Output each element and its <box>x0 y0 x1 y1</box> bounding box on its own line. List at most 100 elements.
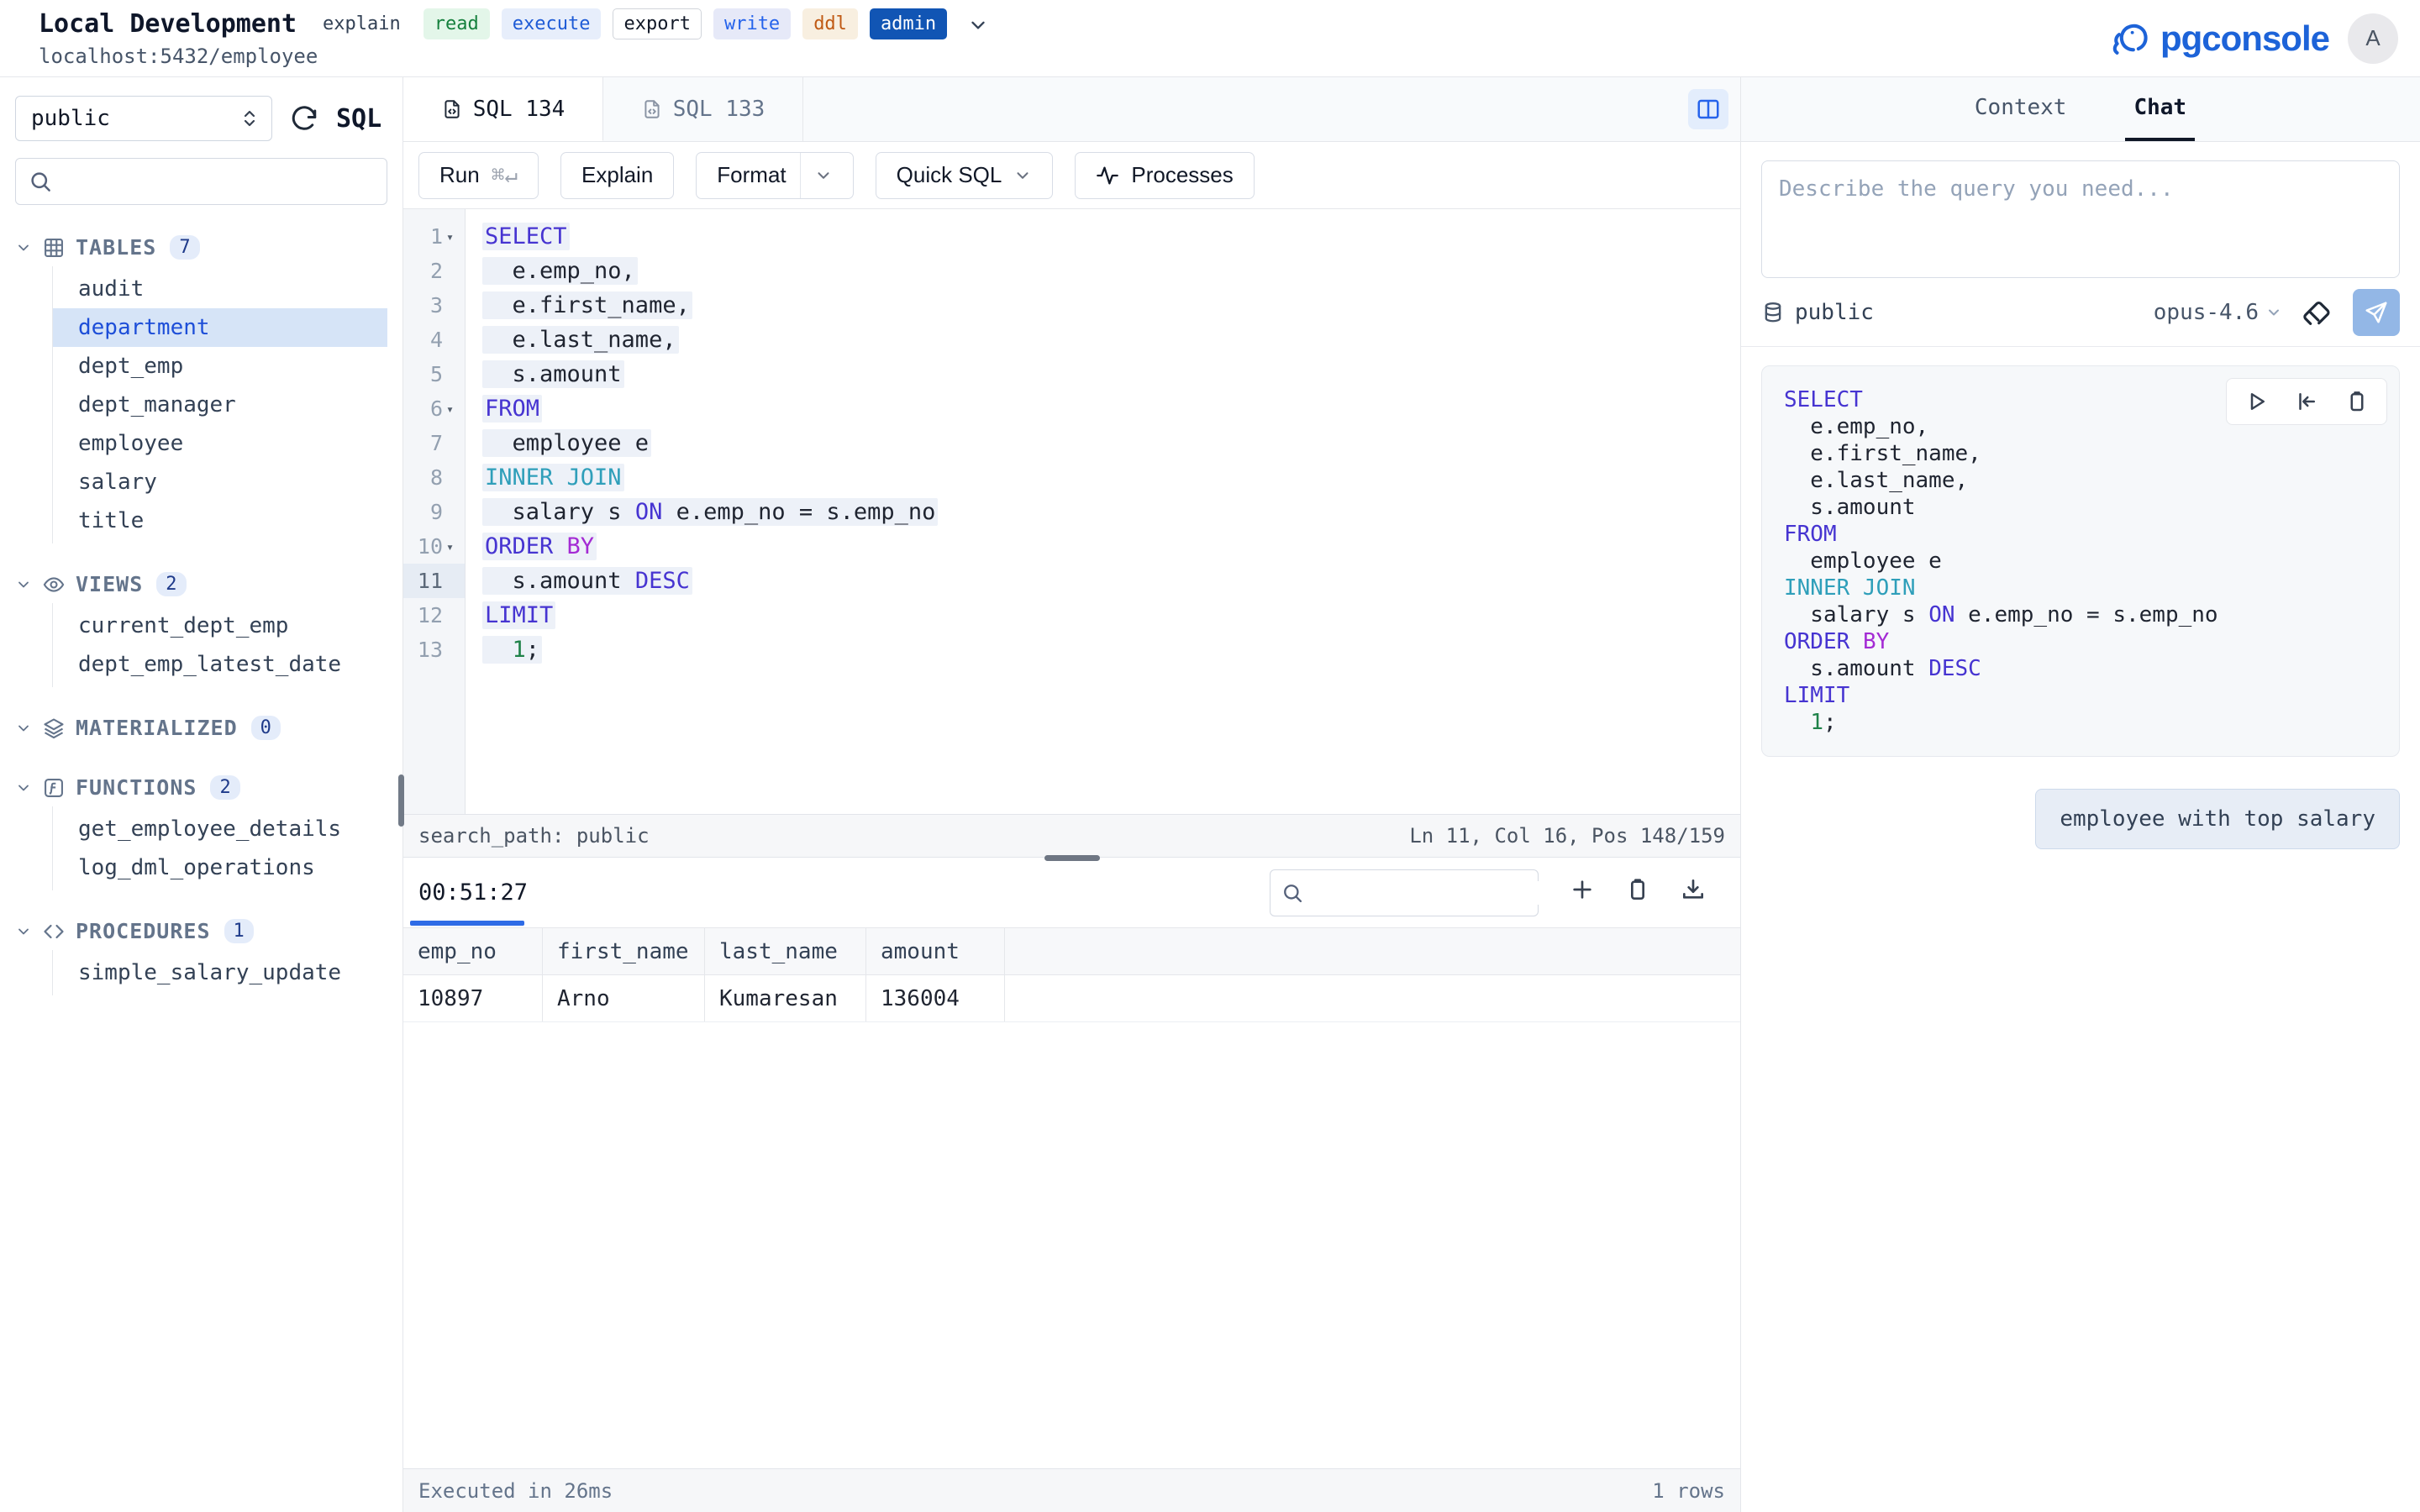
layers-icon <box>42 717 66 740</box>
insert-query-into-editor-icon[interactable] <box>2294 389 2319 414</box>
sidebar-item-department[interactable]: department <box>53 308 387 347</box>
activity-icon <box>1096 164 1119 187</box>
chevron-down-icon <box>2265 304 2282 321</box>
sql-token: ORDER <box>485 533 553 559</box>
results-search[interactable] <box>1270 869 1539 916</box>
refresh-icon[interactable] <box>289 103 319 134</box>
section-header-views[interactable]: VIEWS2 <box>0 565 402 603</box>
sidebar-item-dept_emp[interactable]: dept_emp <box>53 347 387 386</box>
sidebar-item-title[interactable]: title <box>53 501 387 540</box>
section-label: PROCEDURES <box>76 919 211 943</box>
chevron-down-icon <box>15 720 32 737</box>
sidebar-item-get_employee_details[interactable]: get_employee_details <box>53 810 387 848</box>
section-header-procedures[interactable]: PROCEDURES1 <box>0 912 402 950</box>
chevron-down-icon <box>15 780 32 796</box>
sidebar-item-log_dml_operations[interactable]: log_dml_operations <box>53 848 387 887</box>
code-line-text: FROM <box>482 395 542 423</box>
results-search-input[interactable] <box>1313 881 1570 905</box>
badge-execute: execute <box>502 8 602 39</box>
column-header-amount[interactable]: amount <box>866 928 1005 974</box>
code-line-text: e.first_name, <box>482 291 692 319</box>
split-view-button[interactable] <box>1688 89 1728 129</box>
file-code-icon <box>641 98 663 120</box>
column-header-emp_no[interactable]: emp_no <box>403 928 543 974</box>
sidebar-item-salary[interactable]: salary <box>53 463 387 501</box>
sql-token: 1 <box>1810 710 1823 735</box>
result-timer-tab[interactable]: 00:51:27 <box>418 879 528 906</box>
table-cell: 10897 <box>403 975 543 1021</box>
column-header-first_name[interactable]: first_name <box>543 928 705 974</box>
chevron-down-icon <box>15 239 32 256</box>
download-results-icon[interactable] <box>1680 876 1707 903</box>
section-header-materialized[interactable]: MATERIALIZED0 <box>0 709 402 747</box>
tab-sql-133[interactable]: SQL 133 <box>603 77 803 141</box>
chat-input[interactable] <box>1761 160 2400 278</box>
fold-marker-icon[interactable]: ▾ <box>446 539 460 554</box>
sidebar-item-dept_manager[interactable]: dept_manager <box>53 386 387 424</box>
sidebar-search-input[interactable] <box>61 169 375 194</box>
copy-query-icon[interactable] <box>2344 389 2370 414</box>
run-shortcut: ⌘↵ <box>492 163 518 188</box>
code-line-12: LIMIT <box>482 598 1740 633</box>
editor-gutter: 1▾23456▾78910▾111213 <box>403 209 466 814</box>
tab-sql-134[interactable]: SQL 134 <box>403 77 603 141</box>
section-label: MATERIALIZED <box>76 716 238 740</box>
sidebar-item-employee[interactable]: employee <box>53 424 387 463</box>
sql-token: BY <box>1863 629 1889 654</box>
chevron-down-icon[interactable] <box>967 13 989 35</box>
permission-badges: explainreadexecuteexportwriteddladmin <box>312 8 947 39</box>
section-label: VIEWS <box>76 572 143 596</box>
fold-marker-icon[interactable]: ▾ <box>446 402 460 417</box>
sql-mode-label[interactable]: SQL <box>336 104 381 134</box>
add-result-tab-icon[interactable] <box>1569 876 1596 903</box>
copy-results-icon[interactable] <box>1624 876 1651 903</box>
schema-sidebar: public SQL TABLES7auditdepartmentdept_em… <box>0 77 403 1512</box>
vertical-resize-handle[interactable] <box>398 774 404 827</box>
code-line-1: SELECT <box>482 219 1740 254</box>
sidebar-search[interactable] <box>15 158 387 205</box>
run-button[interactable]: Run ⌘↵ <box>418 152 539 199</box>
table-row[interactable]: 10897ArnoKumaresan136004 <box>403 975 1740 1022</box>
user-chat-message: employee with top salary <box>2035 789 2400 849</box>
format-button[interactable]: Format <box>696 152 853 199</box>
gutter-line-1: 1▾ <box>403 219 465 254</box>
sidebar-item-current_dept_emp[interactable]: current_dept_emp <box>53 606 387 645</box>
sidebar-item-audit[interactable]: audit <box>53 270 387 308</box>
fold-marker-icon[interactable]: ▾ <box>446 229 460 244</box>
send-button[interactable] <box>2353 289 2400 336</box>
sql-token: ON <box>635 499 663 525</box>
section-count-badge: 7 <box>170 235 199 260</box>
sql-token: s.amount <box>1784 495 1916 520</box>
sidebar-item-dept_emp_latest_date[interactable]: dept_emp_latest_date <box>53 645 387 684</box>
response-code-line-12: LIMIT <box>1784 682 2377 709</box>
schema-select[interactable]: public <box>15 96 272 141</box>
sql-token: LIMIT <box>485 602 553 628</box>
line-number: 3 <box>414 293 443 318</box>
horizontal-resize-handle[interactable] <box>1044 855 1100 861</box>
sql-token: BY <box>567 533 595 559</box>
section-header-functions[interactable]: FUNCTIONS2 <box>0 769 402 806</box>
chat-schema-label: public <box>1795 300 1874 325</box>
model-select[interactable]: opus-4.6 <box>2154 300 2282 325</box>
code-line-4: e.last_name, <box>482 323 1740 357</box>
file-code-icon <box>441 98 463 120</box>
quick-sql-button[interactable]: Quick SQL <box>876 152 1054 199</box>
section-header-tables[interactable]: TABLES7 <box>0 228 402 266</box>
clear-chat-eraser-icon[interactable] <box>2301 296 2334 329</box>
sql-token <box>1849 629 1863 654</box>
code-line-13: 1; <box>482 633 1740 667</box>
processes-button[interactable]: Processes <box>1075 152 1254 199</box>
explain-button[interactable]: Explain <box>560 152 674 199</box>
run-suggested-query-icon[interactable] <box>2244 389 2269 414</box>
chevron-down-icon[interactable] <box>814 166 833 185</box>
updown-chevron-icon <box>239 108 260 129</box>
tab-chat[interactable]: Chat <box>2125 77 2195 141</box>
tab-context[interactable]: Context <box>1966 77 2075 141</box>
line-number: 5 <box>414 362 443 386</box>
response-code-line-3: e.first_name, <box>1784 440 2377 467</box>
column-header-last_name[interactable]: last_name <box>705 928 866 974</box>
editor-code[interactable]: SELECT e.emp_no, e.first_name, e.last_na… <box>466 209 1740 814</box>
sidebar-item-simple_salary_update[interactable]: simple_salary_update <box>53 953 387 992</box>
avatar[interactable]: A <box>2348 13 2398 64</box>
sql-editor[interactable]: 1▾23456▾78910▾111213 SELECT e.emp_no, e.… <box>403 209 1740 814</box>
